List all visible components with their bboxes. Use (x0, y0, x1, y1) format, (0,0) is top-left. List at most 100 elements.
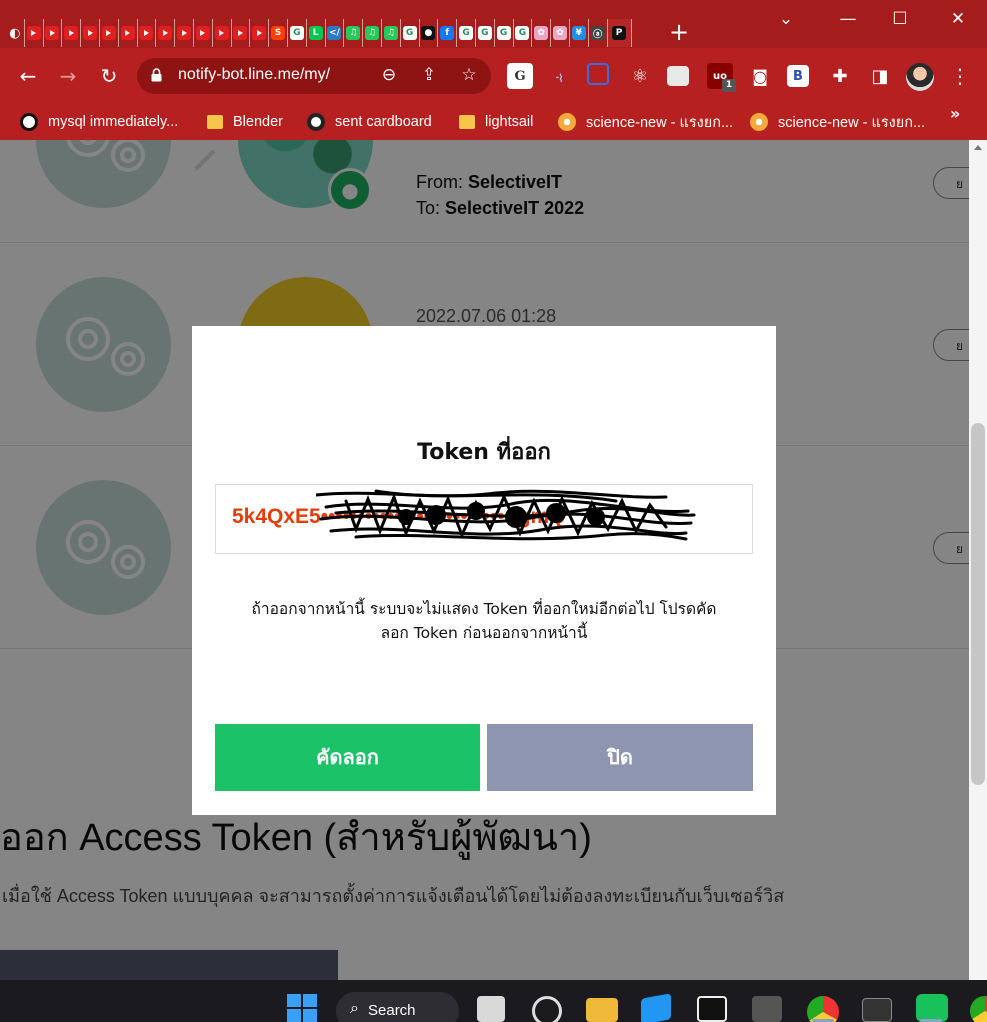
bookmark-item[interactable]: mysql immediately... (20, 110, 178, 134)
bookmarks-overflow-button[interactable]: » (950, 104, 960, 140)
extensions-puzzle-icon[interactable]: ✚ (826, 62, 854, 90)
browser-tab[interactable] (62, 19, 82, 47)
browser-tab[interactable]: ♫ (382, 19, 401, 47)
browser-tab[interactable] (138, 19, 157, 47)
bookmark-label: sent cardboard (335, 114, 432, 130)
browser-tab[interactable]: G (514, 19, 533, 47)
share-icon[interactable]: ⇪ (418, 65, 440, 87)
minimize-button[interactable]: — (822, 0, 874, 38)
browser-tab[interactable]: ✿ (551, 19, 570, 47)
profile-avatar[interactable] (906, 63, 934, 91)
copilot-icon: ⓐ (590, 26, 605, 40)
browser-tab[interactable] (194, 19, 213, 47)
wave-extension-icon[interactable]: ᠊⌇ (547, 63, 573, 89)
new-tab-button[interactable]: + (667, 20, 691, 44)
tab-search-chevron-icon[interactable]: ⌄ (760, 0, 812, 38)
line-app-icon[interactable] (916, 994, 948, 1022)
browser-tab[interactable] (156, 19, 176, 47)
file-explorer-icon[interactable] (586, 998, 618, 1022)
ublock-badge: 1 (722, 79, 736, 92)
browser-toolbar: ← → ↻ notify-bot.line.me/my/ ⊖ ⇪ ☆ G ᠊⌇ … (0, 48, 987, 104)
browser-tab[interactable]: G (495, 19, 514, 47)
copy-button[interactable]: คัดลอก (215, 724, 480, 791)
bookmark-item[interactable]: science-new - แรงยก... (750, 110, 925, 134)
close-button[interactable]: ปิด (487, 724, 753, 791)
windows-start-icon[interactable] (286, 994, 318, 1022)
tool-icon: ¥ (571, 26, 586, 40)
browser-tab[interactable] (213, 19, 232, 47)
github-icon (20, 113, 38, 131)
browser-tab[interactable] (119, 19, 138, 47)
browser-tab[interactable]: f (438, 19, 458, 47)
bookmark-item[interactable]: Blender (207, 110, 283, 134)
terminal-icon[interactable] (862, 998, 892, 1022)
forward-arrow-icon[interactable]: → (54, 62, 82, 90)
browser-tab[interactable]: P (607, 19, 632, 47)
dialog-note: ถ้าออกจากหน้านี้ ระบบจะไม่แสดง Token ที่… (222, 597, 746, 645)
bell-icon: ♫ (383, 26, 398, 40)
browser-tab[interactable]: G (457, 19, 476, 47)
bookmark-item[interactable]: lightsail (459, 110, 533, 134)
chrome-g-icon: G (402, 26, 417, 40)
remote-desktop-icon[interactable] (752, 996, 782, 1022)
obs-icon[interactable] (532, 996, 562, 1022)
react-devtools-icon[interactable]: ⚛ (627, 63, 653, 89)
token-field[interactable]: 5k4QxE5••••••••••••••••••••••••••jgmQ (215, 484, 753, 554)
address-bar[interactable]: notify-bot.line.me/my/ ⊖ ⇪ ☆ (137, 58, 491, 94)
close-window-button[interactable]: ✕ (932, 0, 984, 38)
bookmark-item[interactable]: science-new - แรงยก... (558, 110, 733, 134)
browser-tab[interactable]: ♫ (344, 19, 364, 47)
azure-icon[interactable] (641, 993, 671, 1022)
chrome-g-icon: G (289, 26, 304, 40)
side-panel-icon[interactable]: ◨ (866, 62, 894, 90)
zoom-icon[interactable]: ⊖ (378, 65, 400, 87)
browser-tab[interactable] (250, 19, 270, 47)
back-arrow-icon[interactable]: ← (14, 62, 42, 90)
tab-list: ◐ S G L </♫ ♫ ♫ G ● f G G G G ✿ ✿ ¥ ⓐ P (6, 18, 632, 48)
capture-app-icon[interactable] (697, 996, 727, 1022)
browser-tab[interactable] (44, 19, 63, 47)
taskbar-search[interactable]: ⌕ Search (336, 992, 459, 1022)
browser-tab[interactable]: ✿ (532, 19, 552, 47)
browser-tab[interactable] (100, 19, 119, 47)
search-label: Search (368, 1002, 416, 1019)
browser-tab[interactable]: ◐ (6, 19, 25, 47)
browser-tab[interactable]: G (401, 19, 420, 47)
browser-tab[interactable]: ⓐ (589, 19, 608, 47)
chrome-taskbar-icon-2[interactable] (970, 996, 987, 1022)
chrome-g-icon: G (477, 26, 492, 40)
svelte-icon: S (271, 26, 286, 40)
browser-tab[interactable]: ♫ (363, 19, 382, 47)
bookmark-star-icon[interactable]: ☆ (458, 65, 480, 87)
grammarly-extension-icon[interactable]: G (507, 63, 533, 89)
browser-tab[interactable]: ¥ (570, 19, 589, 47)
url-text[interactable]: notify-bot.line.me/my/ (178, 66, 330, 84)
maximize-button[interactable]: ☐ (874, 0, 926, 38)
token-dialog: Token ที่ออก 5k4QxE5••••••••••••••••••••… (192, 326, 776, 815)
reload-icon[interactable]: ↻ (95, 62, 123, 90)
github-icon: ◐ (9, 25, 21, 41)
browser-tab[interactable]: G (288, 19, 307, 47)
chrome-g-icon: G (459, 26, 474, 40)
bootstrap-extension-icon[interactable]: B (787, 65, 809, 87)
task-view-icon[interactable] (477, 996, 505, 1022)
bookmarks-bar: mysql immediately... Blender sent cardbo… (0, 104, 987, 140)
bookmark-item[interactable]: sent cardboard (307, 110, 432, 134)
scrollbar-thumb[interactable] (971, 423, 985, 785)
browser-tab[interactable] (175, 19, 194, 47)
browser-tab[interactable] (232, 19, 251, 47)
scroll-up-arrow-icon[interactable] (974, 145, 982, 150)
browser-tab[interactable]: </ (326, 19, 345, 47)
camera-icon[interactable]: ◙ (747, 63, 773, 89)
medium-icon: ● (421, 26, 436, 40)
screenshot-extension-icon[interactable] (667, 66, 689, 86)
taskbar: ⌕ Search (0, 980, 987, 1022)
browser-tab[interactable] (25, 19, 44, 47)
browser-tab[interactable]: S (269, 19, 288, 47)
window-resizer-icon[interactable] (587, 63, 609, 85)
browser-tab[interactable]: G (476, 19, 495, 47)
menu-kebab-icon[interactable]: ⋮ (946, 62, 974, 90)
browser-tab[interactable]: ● (420, 19, 439, 47)
browser-tab[interactable] (81, 19, 100, 47)
browser-tab[interactable]: L (307, 19, 326, 47)
